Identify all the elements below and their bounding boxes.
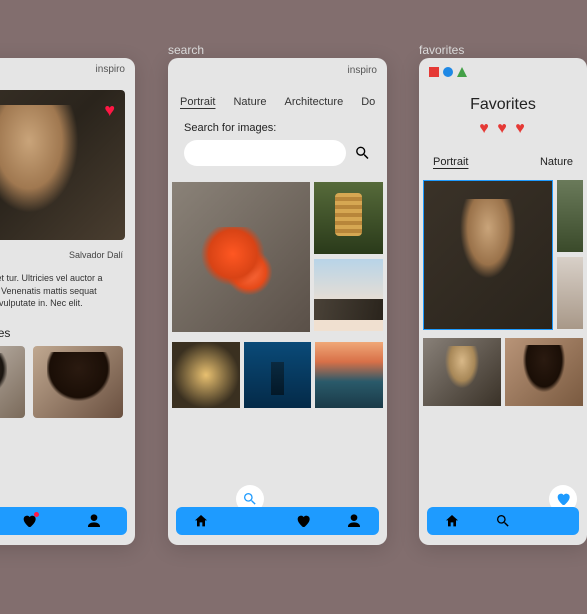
bottom-navbar: [0, 507, 127, 535]
related-thumb[interactable]: [0, 346, 25, 418]
favorite-thumb[interactable]: [557, 180, 583, 252]
result-thumb[interactable]: [244, 342, 312, 408]
tab-portrait[interactable]: Portrait: [180, 96, 215, 108]
related-images-row: [0, 346, 135, 418]
screen-search: inspiro Portrait Nature Architecture Do …: [168, 58, 387, 545]
category-tabs: Portrait Nature Architecture Do: [168, 82, 387, 116]
artist-name: Salvador Dalí: [0, 250, 135, 264]
page-title: Favorites: [419, 96, 587, 114]
nav-favorites[interactable]: [294, 512, 312, 530]
heart-icon: [555, 491, 571, 507]
bottom-navbar: [427, 507, 579, 535]
screen-favorites: Favorites ♥ ♥ ♥ Portrait Nature: [419, 58, 587, 545]
favorite-thumb[interactable]: [557, 257, 583, 329]
topbar: inspiro: [168, 58, 387, 82]
logo-circle-icon: [443, 67, 453, 77]
nav-profile[interactable]: [345, 512, 363, 530]
bottom-navbar: [176, 507, 379, 535]
tab-architecture[interactable]: Architecture: [285, 96, 344, 108]
logo: [419, 62, 587, 82]
person-icon: [86, 513, 102, 529]
image-description: um dolor sit amet tur. Ultricies vel auc…: [0, 264, 135, 318]
screen-label-search: search: [168, 43, 204, 57]
nav-profile[interactable]: [85, 512, 103, 530]
screen-label-favorites: favorites: [419, 43, 464, 57]
favorite-thumb[interactable]: [423, 338, 501, 406]
nav-home[interactable]: [192, 512, 210, 530]
related-thumb[interactable]: [33, 346, 123, 418]
tab-nature[interactable]: Nature: [540, 156, 573, 168]
home-icon: [444, 513, 460, 529]
result-thumb[interactable]: [314, 182, 383, 254]
person-icon: [346, 513, 362, 529]
search-icon[interactable]: [354, 143, 371, 163]
nav-favorites[interactable]: [20, 512, 38, 530]
search-results-grid: [168, 176, 387, 338]
favorite-thumb[interactable]: [505, 338, 583, 406]
tab-documentary[interactable]: Do: [361, 96, 375, 108]
logo-square-icon: [429, 67, 439, 77]
tab-nature[interactable]: Nature: [233, 96, 266, 108]
nav-search[interactable]: [494, 512, 512, 530]
result-thumb[interactable]: [314, 259, 383, 331]
nav-home[interactable]: [443, 512, 461, 530]
favorite-thumb[interactable]: [423, 180, 553, 330]
result-thumb[interactable]: [172, 182, 310, 332]
result-thumb[interactable]: [172, 342, 240, 408]
search-results-grid-2: [168, 338, 387, 412]
logo-triangle-icon: [457, 67, 467, 77]
topbar: inspiro: [0, 58, 135, 80]
favorites-grid-2: [419, 334, 587, 410]
favorite-heart-icon[interactable]: ♥: [104, 100, 115, 121]
search-row: [168, 140, 387, 176]
search-icon: [495, 513, 511, 529]
heart-icon: [295, 513, 311, 529]
app-name: inspiro: [348, 65, 377, 76]
related-title: elated Images: [0, 318, 135, 346]
result-thumb[interactable]: [315, 342, 383, 408]
hearts-decoration-icon: ♥ ♥ ♥: [419, 120, 587, 138]
hero-image[interactable]: ♥: [0, 90, 125, 240]
favorites-grid: [419, 176, 587, 334]
search-label: Search for images:: [168, 116, 387, 140]
search-icon: [242, 491, 258, 507]
category-tabs: Portrait Nature: [419, 138, 587, 176]
home-icon: [193, 513, 209, 529]
tab-portrait[interactable]: Portrait: [433, 156, 468, 168]
app-name: inspiro: [96, 64, 125, 75]
search-input[interactable]: [184, 140, 346, 166]
badge-icon: [34, 512, 39, 517]
screen-detail: inspiro ♥ Salvador Dalí um dolor sit ame…: [0, 58, 135, 545]
